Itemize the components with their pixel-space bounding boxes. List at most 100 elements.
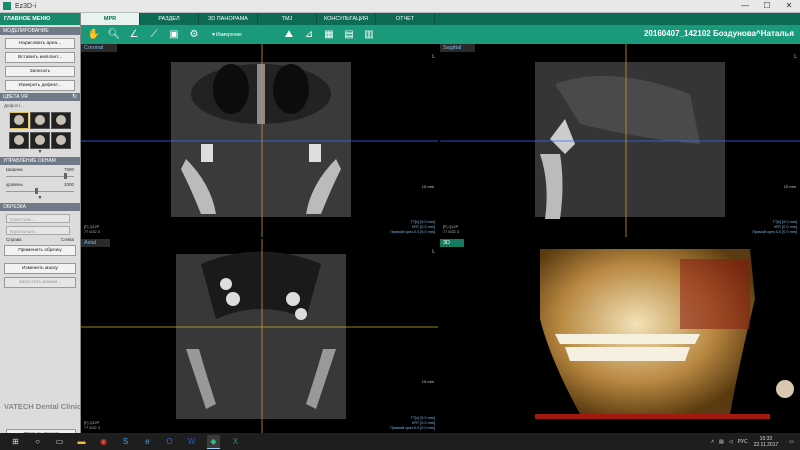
layout2-icon[interactable]: ▤ [342, 28, 356, 42]
3d-label: 3D [440, 239, 465, 247]
explorer-icon[interactable]: ▬ [75, 435, 88, 448]
level-slider[interactable] [6, 188, 74, 194]
refresh-icon[interactable]: ↻ [72, 93, 77, 101]
section-crop-title: ОБРЕЗКА [3, 204, 26, 210]
section-vr-colors-header: ЦВЕТА VR ↻ [0, 93, 80, 101]
network-icon[interactable]: ▤ [719, 439, 724, 445]
coronal-viewport[interactable]: Coronal L 10 mm [F] Q12P 77 0/22 3 TT[c]… [81, 44, 438, 237]
sagittal-info-right: TT[c] [9.0 mm] VRT [0.0 mm] Прямой срез … [752, 220, 797, 234]
minimize-icon[interactable]: — [734, 0, 756, 12]
crop-coronal-dropdown[interactable]: Коронально... [6, 226, 70, 235]
measure-defect-button[interactable]: Измерить дефект... [5, 80, 75, 91]
tab-bar: MPR РАЗДЕЛ 3D ПАНОРАМА TMJ КОНСУЛЬТАЦИЯ … [81, 13, 800, 25]
zoom-icon[interactable]: 🔍︎ [107, 28, 121, 42]
vr-preset-thumb[interactable] [9, 132, 29, 149]
axial-scale: 10 mm [421, 379, 434, 384]
window-titlebar: Ez3D-i — ☐ ✕ [0, 0, 800, 13]
chrome-icon[interactable]: ◉ [97, 435, 110, 448]
width-slider[interactable] [6, 173, 74, 179]
vr-preset-thumb[interactable] [51, 132, 71, 149]
tab-3d-panorama[interactable]: 3D ПАНОРАМА [199, 13, 258, 25]
apply-crop-button[interactable]: Применить обрезку [4, 245, 76, 256]
axial-viewport[interactable]: Axial L 10 mm [F] Q12P 77 0/22 3 TT[c] [… [81, 239, 438, 433]
tab-consultation[interactable]: КОНСУЛЬТАЦИЯ [317, 13, 376, 25]
axial-label: Axial [81, 239, 110, 247]
color-preset-dropdown[interactable]: Дефолт... [0, 101, 80, 110]
crop-right-label[interactable]: Справа [6, 237, 22, 242]
measure-dropdown[interactable]: ▼ Измерение [207, 28, 246, 42]
draw-area-button[interactable]: Нарисовать ареа... [5, 38, 75, 49]
layout3-icon[interactable]: ▥ [362, 28, 376, 42]
window-title: Ez3D-i [15, 2, 37, 10]
width-value: 7000 [63, 167, 74, 172]
width-row: Ширина 7000 [0, 165, 80, 172]
section-modeling-title: МОДЕЛИРОВАНИЕ [3, 28, 49, 34]
crop-left-label[interactable]: Слева [61, 237, 74, 242]
windows-taskbar: ⊞ ○ ▭ ▬ ◉ S e O W ◆ X ˄ ▤ ◁ РУС 15:33 22… [0, 433, 800, 450]
level-slider-knob[interactable] [35, 188, 39, 194]
volume-icon[interactable]: ◁ [729, 439, 733, 445]
sagittal-viewport[interactable]: Sagittal L 10 mm [F] Q12P 77 0/22 3 TT[c… [440, 44, 800, 237]
width-slider-knob[interactable] [64, 173, 68, 179]
section-vr-colors-title: ЦВЕТА VR [3, 94, 28, 100]
polyline-icon[interactable]: ⟋ [147, 28, 161, 42]
left-panel: ГЛАВНОЕ МЕНЮ МОДЕЛИРОВАНИЕ Нарисовать ар… [0, 13, 81, 440]
language-indicator[interactable]: РУС [738, 439, 748, 445]
skype-icon[interactable]: S [119, 435, 132, 448]
tab-section[interactable]: РАЗДЕЛ [140, 13, 199, 25]
tab-tmj[interactable]: TMJ [258, 13, 317, 25]
notifications-icon[interactable]: ▭ [789, 439, 794, 445]
search-icon[interactable]: ○ [31, 435, 44, 448]
vr-preset-thumb[interactable] [51, 112, 71, 129]
windows-start-icon[interactable]: ⊞ [9, 435, 22, 448]
edit-mask-button[interactable]: Изменить маску [4, 263, 76, 274]
chevron-down-icon[interactable]: ▼ [0, 195, 80, 201]
patient-name: 20160407_142102 Боздунова^Наталья [643, 29, 794, 38]
excel-icon[interactable]: X [229, 435, 242, 448]
layout1-icon[interactable]: ▦ [322, 28, 336, 42]
coronal-orientation: L [432, 54, 435, 60]
angle-icon[interactable]: ∠ [127, 28, 141, 42]
sagittal-label: Sagittal [440, 44, 476, 52]
clock-date: 22.11.2017 [753, 441, 779, 448]
sagittal-orientation: L [794, 54, 797, 60]
taskview-icon[interactable]: ▭ [53, 435, 66, 448]
maximize-icon[interactable]: ☐ [756, 0, 778, 12]
close-icon[interactable]: ✕ [778, 0, 800, 12]
ruler-icon[interactable]: ⊿ [302, 28, 316, 42]
level-row: уровень 2000 [0, 180, 80, 187]
sagittal-info-left: [F] Q12P 77 0/22 3 [443, 225, 459, 234]
outlook-icon[interactable]: O [163, 435, 176, 448]
vr-preset-thumb[interactable] [30, 132, 50, 149]
coronal-info-right: TT[c] [9.0 mm] VRT [0.0 mm] Прямой срез … [390, 220, 435, 234]
tray-chevron-icon[interactable]: ˄ [711, 439, 714, 445]
settings-icon[interactable]: ⚙ [187, 28, 201, 42]
window-controls: — ☐ ✕ [734, 0, 800, 12]
section-modeling-header: МОДЕЛИРОВАНИЕ [0, 27, 80, 35]
mountain-icon[interactable]: ⛰ [282, 28, 296, 42]
main-menu-button[interactable]: ГЛАВНОЕ МЕНЮ [0, 13, 80, 25]
clock[interactable]: 15:33 22.11.2017 [754, 436, 779, 448]
3d-viewport[interactable]: 3D [440, 239, 800, 433]
ez3d-icon[interactable]: ◆ [207, 434, 220, 449]
axial-info-right: TT[c] [9.0 mm] VRT [0.0 mm] Прямой срез … [390, 416, 435, 430]
chevron-down-icon[interactable]: ▼ [0, 149, 80, 155]
record-button[interactable]: Записать [5, 66, 75, 77]
tab-report[interactable]: ОТЧЕТ [376, 13, 435, 25]
insert-implant-button[interactable]: Вставить имплант... [5, 52, 75, 63]
sagittal-image [440, 44, 800, 237]
sagittal-scale: 10 mm [783, 184, 796, 189]
vr-preset-thumb[interactable] [9, 112, 29, 129]
vr-preset-thumb[interactable] [30, 112, 50, 129]
camera-icon[interactable]: ▣ [167, 28, 181, 42]
hand-icon[interactable]: ✋ [87, 28, 101, 42]
level-value: 2000 [63, 182, 74, 187]
tab-mpr[interactable]: MPR [81, 13, 140, 25]
system-tray: ˄ ▤ ◁ РУС 15:33 22.11.2017 ▭ [706, 436, 800, 448]
width-label: Ширина [6, 167, 23, 172]
section-window-header: УПРАВЛЕНИЕ ОКНАМ [0, 157, 80, 165]
app-icon [3, 2, 11, 10]
crop-sagittal-dropdown[interactable]: Сагитталь... [6, 214, 70, 223]
ie-icon[interactable]: e [141, 435, 154, 448]
word-icon[interactable]: W [185, 435, 198, 448]
